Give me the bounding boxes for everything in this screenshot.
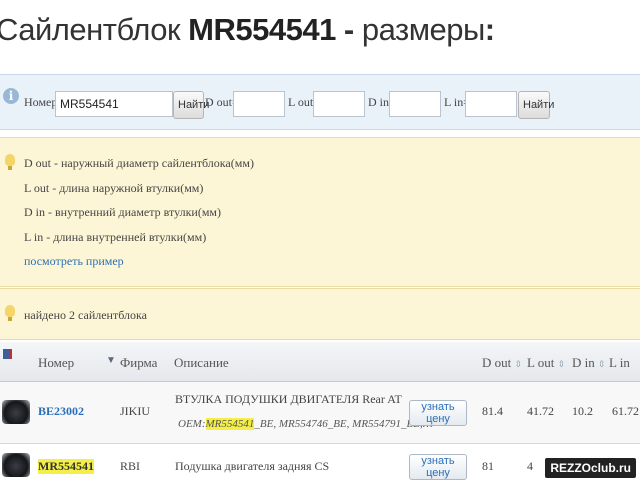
part-number-link[interactable]: MR554541 (38, 459, 94, 474)
d-out-cell: 81 (482, 459, 494, 473)
oem-highlight: MR554541 (205, 418, 255, 430)
legend-notice: D out - наружный диаметр сайлентблока(мм… (0, 137, 640, 287)
site-watermark: REZZOclub.ru (545, 458, 636, 478)
part-number-link[interactable]: BE23002 (38, 404, 84, 419)
description-cell: ВТУЛКА ПОДУШКИ ДВИГАТЕЛЯ Rear AT (175, 392, 402, 406)
l-in-input[interactable] (465, 91, 517, 117)
d-out-input[interactable] (233, 91, 285, 117)
column-brand[interactable]: Фирма (120, 355, 157, 371)
column-d-out-label: D out (482, 355, 512, 370)
lightbulb-icon (5, 154, 15, 170)
product-thumbnail[interactable] (2, 400, 30, 424)
sort-icon: ⇳ (598, 359, 606, 369)
product-thumbnail[interactable] (2, 453, 30, 477)
get-price-button[interactable]: узнать цену (409, 454, 467, 480)
table-row[interactable]: BE23002 JIKIU ВТУЛКА ПОДУШКИ ДВИГАТЕЛЯ R… (0, 382, 640, 444)
number-label: Номер (24, 95, 58, 109)
sort-icon: ⇳ (514, 359, 523, 369)
find-dimensions-button[interactable]: Найти (518, 91, 554, 119)
column-d-out[interactable]: D out ⇳ (482, 355, 522, 371)
sort-down-icon[interactable]: ▼ (106, 355, 116, 366)
get-price-button[interactable]: узнать цену (409, 400, 467, 426)
description-cell: Подушка двигателя задняя CS (175, 459, 330, 473)
results-table: Номер ▼ Фирма Описание D out ⇳ L out ⇳ D… (0, 342, 640, 480)
column-l-in[interactable]: L in (609, 355, 630, 371)
legend-line-l-out: L out - длина наружной втулки(мм) (24, 181, 204, 195)
select-all-flag-icon[interactable] (3, 349, 12, 359)
page-title: Сайлентблок MR554541 - размеры: (0, 8, 495, 52)
l-in-cell: 61.72 (612, 404, 639, 418)
title-colon: : (484, 12, 495, 47)
brand-cell: JIKIU (120, 404, 150, 418)
column-description[interactable]: Описание (174, 355, 229, 371)
column-d-in-label: D in (572, 355, 595, 370)
results-notice: найдено 2 сайлентблока (0, 288, 640, 340)
number-input[interactable] (55, 91, 173, 117)
example-link[interactable]: посмотреть пример (24, 254, 124, 269)
legend-line-l-in: L in - длина внутренней втулки(мм) (24, 230, 207, 244)
title-part-number: MR554541 (188, 12, 336, 47)
title-prefix: Сайлентблок (0, 12, 189, 47)
l-out-input[interactable] (313, 91, 365, 117)
l-out-cell: 41.72 (527, 404, 554, 418)
oem-rest: _BE, MR554746_BE, MR554791_BE,… (254, 418, 433, 430)
legend-line-d-in: D in - внутренний диаметр втулки(мм) (24, 205, 221, 219)
d-in-cell: 10.2 (572, 404, 593, 418)
column-l-out-label: L out (527, 355, 555, 370)
brand-cell: RBI (120, 459, 141, 473)
sort-icon: ⇳ (557, 359, 566, 369)
table-row[interactable]: MR554541 RBI Подушка двигателя задняя CS… (0, 445, 640, 480)
info-icon: i (3, 88, 19, 104)
oem-prefix: OEM: (178, 418, 206, 430)
d-in-input[interactable] (389, 91, 441, 117)
results-count: найдено 2 сайлентблока (24, 308, 147, 322)
title-suffix: размеры (361, 12, 485, 47)
table-header: Номер ▼ Фирма Описание D out ⇳ L out ⇳ D… (0, 342, 640, 382)
oem-numbers: OEM:MR554541_BE, MR554746_BE, MR554791_B… (178, 418, 433, 430)
lightbulb-icon (5, 305, 15, 321)
search-bar: i Номер Найти D out= L out= D in= L in= … (0, 74, 640, 130)
column-l-out[interactable]: L out ⇳ (527, 355, 565, 371)
column-number[interactable]: Номер (38, 355, 74, 371)
l-out-cell: 4 (527, 459, 533, 473)
legend-line-d-out: D out - наружный диаметр сайлентблока(мм… (24, 156, 254, 170)
find-button[interactable]: Найти (173, 91, 209, 119)
title-dash: - (335, 12, 362, 47)
d-out-cell: 81.4 (482, 404, 503, 418)
column-d-in[interactable]: D in ⇳ (572, 355, 606, 371)
